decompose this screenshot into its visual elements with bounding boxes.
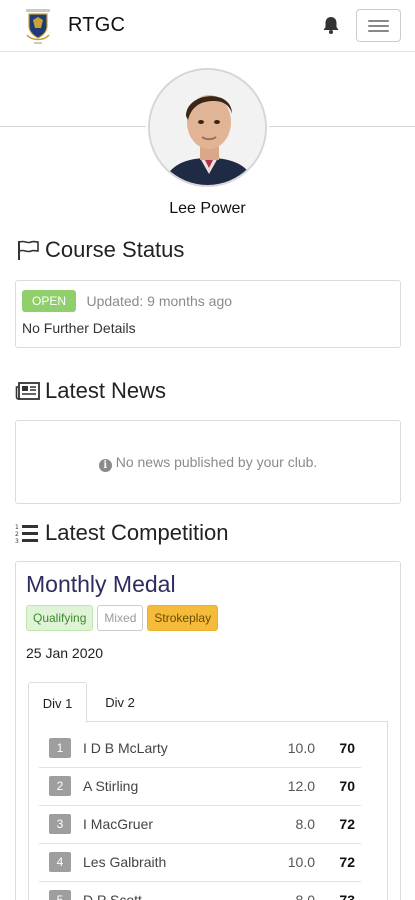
section-title: Latest Competition — [45, 520, 229, 545]
club-crest-icon[interactable] — [22, 8, 54, 46]
user-portrait-image — [150, 70, 265, 185]
player-name: Les Galbraith — [83, 854, 167, 870]
svg-text:1: 1 — [15, 524, 19, 531]
score: 73 — [339, 892, 355, 900]
divider-left — [0, 126, 146, 127]
app-header: RTGC — [0, 0, 415, 52]
bell-icon[interactable] — [321, 15, 341, 35]
score: 72 — [339, 854, 355, 870]
table-row[interactable]: 4 Les Galbraith 10.0 72 — [39, 844, 361, 882]
format-tag: Strokeplay — [147, 605, 219, 631]
mixed-tag: Mixed — [97, 605, 144, 631]
table-row[interactable]: 2 A Stirling 12.0 70 — [39, 768, 361, 806]
table-row[interactable]: 1 I D B McLarty 10.0 70 — [39, 730, 361, 768]
hamburger-menu-button[interactable] — [356, 9, 401, 42]
competition-title[interactable]: Monthly Medal — [26, 571, 390, 598]
position-badge: 1 — [49, 738, 71, 758]
tab-div-1[interactable]: Div 1 — [28, 682, 87, 723]
avatar[interactable] — [148, 68, 267, 187]
list-icon: 1 2 3 — [15, 524, 38, 544]
section-title: Course Status — [45, 237, 185, 262]
course-status-heading: Course Status — [15, 237, 184, 263]
position-badge: 4 — [49, 852, 71, 872]
status-updated-text: Updated: 9 months ago — [86, 293, 233, 309]
latest-competition-heading: 1 2 3 Latest Competition — [15, 520, 228, 546]
score: 70 — [339, 778, 355, 794]
player-name: I MacGruer — [83, 816, 154, 832]
info-icon: i — [98, 459, 112, 472]
newspaper-icon — [15, 382, 40, 400]
score: 72 — [339, 816, 355, 832]
svg-text:2: 2 — [15, 531, 19, 538]
handicap: 10.0 — [287, 740, 315, 756]
flag-icon — [18, 240, 39, 260]
player-name: D P Scott — [83, 892, 142, 900]
competition-date: 25 Jan 2020 — [26, 645, 104, 661]
course-status-card: OPEN Updated: 9 months ago No Further De… — [15, 280, 401, 348]
player-name: A Stirling — [83, 778, 139, 794]
handicap: 10.0 — [287, 854, 315, 870]
news-empty-message: i No news published by your club. — [16, 454, 400, 472]
handicap: 8.0 — [295, 816, 315, 832]
news-empty-text: No news published by your club. — [115, 454, 318, 470]
position-badge: 2 — [49, 776, 71, 796]
tab-div-2[interactable]: Div 2 — [89, 682, 151, 723]
profile-name: Lee Power — [169, 200, 246, 217]
position-badge: 3 — [49, 814, 71, 834]
latest-competition-card: Monthly Medal Qualifying Mixed Strokepla… — [15, 561, 401, 900]
results-table: 1 I D B McLarty 10.0 70 2 A Stirling 12.… — [28, 722, 388, 900]
player-name: I D B McLarty — [83, 740, 168, 756]
hamburger-bar — [368, 20, 389, 22]
hamburger-bar — [368, 30, 389, 32]
status-details: No Further Details — [22, 320, 136, 336]
score: 70 — [339, 740, 355, 756]
svg-text:3: 3 — [15, 538, 19, 544]
handicap: 12.0 — [287, 778, 315, 794]
handicap: 8.0 — [295, 892, 315, 900]
latest-news-heading: Latest News — [15, 378, 166, 404]
table-row[interactable]: 5 D P Scott 8.0 73 — [39, 882, 361, 900]
position-badge: 5 — [49, 890, 71, 900]
latest-news-card: i No news published by your club. — [15, 420, 401, 504]
brand-title[interactable]: RTGC — [68, 14, 125, 37]
division-tabs: Div 1 Div 2 — [28, 682, 388, 723]
section-title: Latest News — [45, 378, 167, 403]
qualifying-tag: Qualifying — [26, 605, 94, 631]
hamburger-bar — [368, 25, 389, 27]
divider-right — [269, 126, 415, 127]
status-badge: OPEN — [22, 290, 77, 312]
table-row[interactable]: 3 I MacGruer 8.0 72 — [39, 806, 361, 844]
competition-tags: Qualifying Mixed Strokeplay — [26, 605, 390, 631]
